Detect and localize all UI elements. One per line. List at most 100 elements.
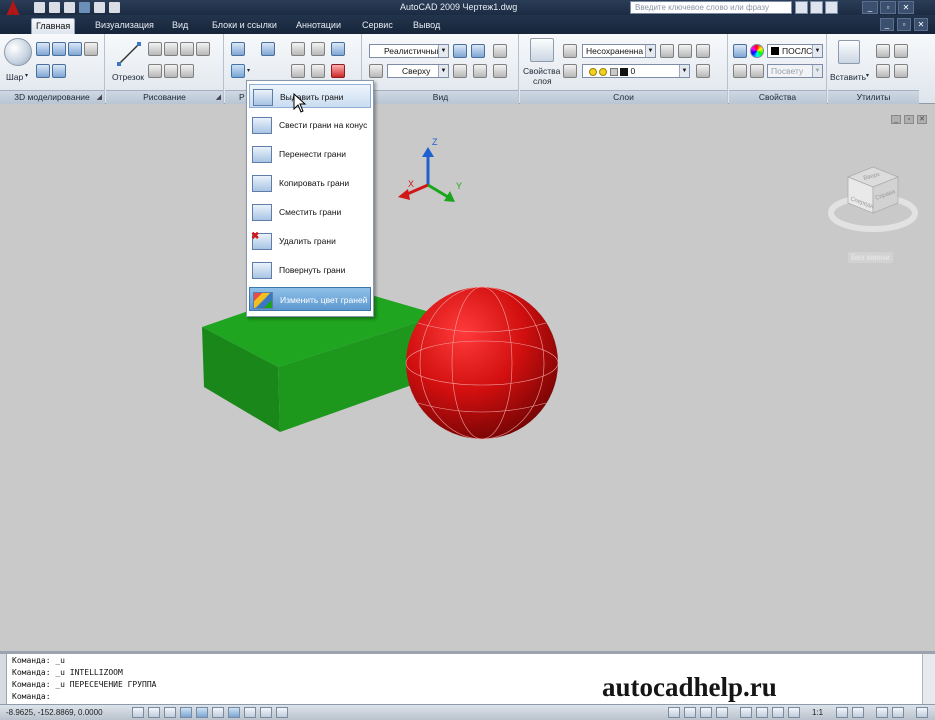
new-icon[interactable]	[34, 2, 45, 13]
xray-icon[interactable]	[471, 44, 485, 58]
steering-wheel-icon[interactable]	[772, 707, 784, 718]
presspull-icon[interactable]	[52, 42, 66, 56]
quick-view-drawings-icon[interactable]	[716, 707, 728, 718]
menu-item-move-faces[interactable]: Перенести грани	[249, 142, 371, 166]
layer-icon[interactable]	[563, 64, 577, 78]
object-snap-tracking-icon[interactable]	[212, 707, 224, 718]
pan-icon[interactable]	[493, 44, 507, 58]
quick-view-layouts-icon[interactable]	[700, 707, 712, 718]
measure-icon[interactable]	[894, 64, 908, 78]
tab-view[interactable]: Вид	[168, 18, 192, 34]
snap-mode-icon[interactable]	[132, 707, 144, 718]
paste-icon[interactable]	[876, 64, 890, 78]
mirror-3d-icon[interactable]	[291, 64, 305, 78]
doc-restore-icon[interactable]: ▫	[897, 18, 911, 31]
favorites-icon[interactable]	[825, 1, 838, 14]
arc-icon[interactable]	[180, 42, 194, 56]
polygon-icon[interactable]	[164, 64, 178, 78]
face-edit-dropdown-icon[interactable]	[231, 64, 245, 78]
tab-annotate[interactable]: Аннотации	[292, 18, 345, 34]
spline-icon[interactable]	[148, 64, 162, 78]
named-view-select[interactable]: Сверху ▼	[387, 64, 449, 78]
camera-icon[interactable]	[493, 64, 507, 78]
layout-icon[interactable]	[684, 707, 696, 718]
save-icon[interactable]	[64, 2, 75, 13]
undo-icon[interactable]	[94, 2, 105, 13]
menu-item-color-faces[interactable]: Изменить цвет граней	[249, 287, 371, 311]
menu-item-delete-faces[interactable]: ✖ Удалить грани	[249, 229, 371, 253]
match-properties-icon[interactable]	[733, 44, 747, 58]
move-3d-icon[interactable]	[291, 42, 305, 56]
menu-item-offset-faces[interactable]: Сместить грани	[249, 200, 371, 224]
showmotion-icon[interactable]	[788, 707, 800, 718]
red-sphere-solid[interactable]	[405, 286, 559, 440]
layer-state-select[interactable]: Несохраненна ▼	[582, 44, 656, 58]
viewcube[interactable]: Вверх Спереди Справа	[828, 153, 918, 248]
extrude-icon[interactable]	[36, 42, 50, 56]
walk-icon[interactable]	[473, 64, 487, 78]
current-layer-select[interactable]: 0 ▼	[582, 64, 690, 78]
pan-status-icon[interactable]	[740, 707, 752, 718]
workspace-switch-icon[interactable]	[876, 707, 888, 718]
layer-properties-icon[interactable]	[530, 38, 554, 62]
layer-off-icon[interactable]	[696, 44, 710, 58]
polyline-icon[interactable]	[148, 42, 162, 56]
minimize-icon[interactable]: _	[862, 1, 878, 14]
rotate-3d-icon[interactable]	[311, 42, 325, 56]
panel-expand-icon[interactable]: ◢	[97, 93, 102, 101]
align-icon[interactable]	[331, 42, 345, 56]
solid-edit-icon[interactable]	[231, 42, 245, 56]
linetype-select[interactable]: Посвету ▼	[767, 64, 823, 78]
command-line-grip[interactable]	[0, 654, 7, 704]
slice-icon[interactable]	[261, 42, 275, 56]
grid-display-icon[interactable]	[148, 707, 160, 718]
subtract-icon[interactable]	[52, 64, 66, 78]
doc-minimize-icon[interactable]: _	[880, 18, 894, 31]
insert-block-icon[interactable]	[838, 40, 860, 64]
tab-output[interactable]: Вывод	[409, 18, 444, 34]
menu-item-extrude-faces[interactable]: Выдавить грани	[249, 84, 371, 108]
union-icon[interactable]	[36, 64, 50, 78]
loft-icon[interactable]	[84, 42, 98, 56]
toolbar-lock-icon[interactable]	[892, 707, 904, 718]
tab-blocks-refs[interactable]: Блоки и ссылки	[208, 18, 281, 34]
menu-item-rotate-faces[interactable]: Повернуть грани	[249, 258, 371, 282]
object-snap-icon[interactable]	[196, 707, 208, 718]
dynamic-input-icon[interactable]	[244, 707, 256, 718]
auto-scale-icon[interactable]	[852, 707, 864, 718]
rectangle-icon[interactable]	[196, 42, 210, 56]
restore-icon[interactable]: ▫	[880, 1, 896, 14]
wcs-menu-button[interactable]: Без имени	[848, 252, 893, 263]
circle-icon[interactable]	[164, 42, 178, 56]
doc-close-icon[interactable]: ✕	[914, 18, 928, 31]
hatch-icon[interactable]	[180, 64, 194, 78]
redo-icon[interactable]	[109, 2, 120, 13]
linetype-icon[interactable]	[750, 64, 764, 78]
tab-tools[interactable]: Сервис	[358, 18, 397, 34]
tab-home[interactable]: Главная	[31, 18, 76, 34]
list-icon[interactable]	[733, 64, 747, 78]
annotation-visibility-icon[interactable]	[836, 707, 848, 718]
layer-isolate-icon[interactable]	[660, 44, 674, 58]
quick-properties-icon[interactable]	[276, 707, 288, 718]
color-select[interactable]: ПОСЛС ▼	[767, 44, 823, 58]
sweep-icon[interactable]	[68, 42, 82, 56]
orbit-icon[interactable]	[453, 64, 467, 78]
search-icon[interactable]	[795, 1, 808, 14]
menu-item-taper-faces[interactable]: Свести грани на конус	[249, 113, 371, 137]
zoom-icon[interactable]	[369, 64, 383, 78]
layer-state-icon[interactable]	[563, 44, 577, 58]
ortho-mode-icon[interactable]	[164, 707, 176, 718]
drawing-viewport[interactable]: _ ▫ ✕ Z X Y Вверх Спереди Справа Без име…	[0, 105, 935, 650]
command-prompt[interactable]: Команда:	[12, 692, 51, 701]
lineweight-icon[interactable]	[260, 707, 272, 718]
open-icon[interactable]	[49, 2, 60, 13]
tab-render[interactable]: Визуализация	[91, 18, 158, 34]
close-icon[interactable]: ✕	[898, 1, 914, 14]
copy-icon[interactable]	[894, 44, 908, 58]
annotation-scale[interactable]: 1:1	[812, 708, 823, 717]
line-tool-icon[interactable]	[116, 40, 142, 68]
layer-unisolate-icon[interactable]	[678, 44, 692, 58]
cut-icon[interactable]	[876, 44, 890, 58]
array-3d-icon[interactable]	[311, 64, 325, 78]
